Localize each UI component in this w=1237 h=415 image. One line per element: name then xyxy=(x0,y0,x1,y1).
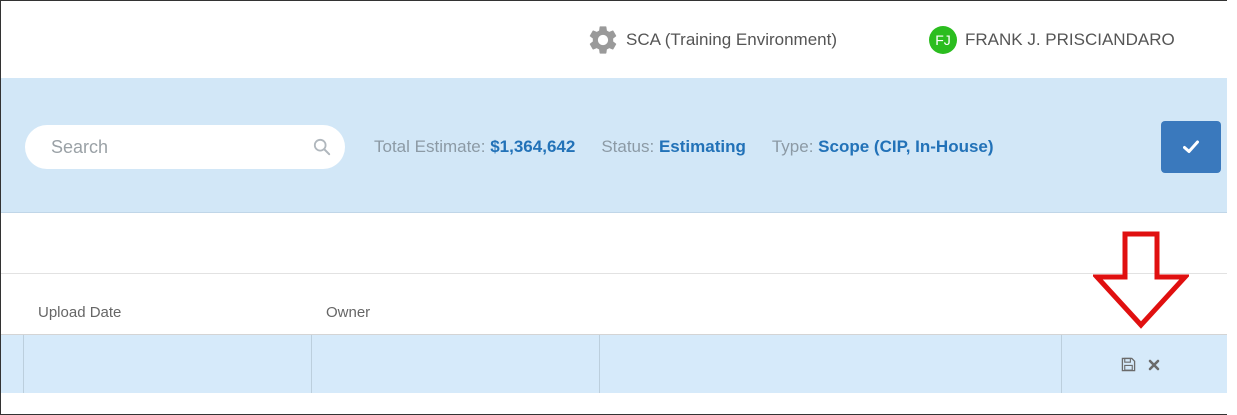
down-arrow-annotation xyxy=(1093,231,1189,329)
top-bar: SCA (Training Environment) FJ FRANK J. P… xyxy=(1,1,1227,78)
user-name: FRANK J. PRISCIANDARO xyxy=(965,30,1175,49)
table-header: Upload Date Owner xyxy=(1,274,1227,335)
estimate-toolbar: Total Estimate: $1,364,642 Status: Estim… xyxy=(1,78,1227,213)
estimate-summary: Total Estimate: $1,364,642 Status: Estim… xyxy=(374,137,994,157)
environment-label: SCA (Training Environment) xyxy=(626,30,838,49)
table-row[interactable] xyxy=(1,335,1227,393)
avatar: FJ xyxy=(929,26,957,54)
column-header-upload-date[interactable]: Upload Date xyxy=(38,304,121,321)
close-icon[interactable] xyxy=(1148,359,1160,371)
cell-divider xyxy=(23,335,24,393)
row-actions xyxy=(1121,357,1160,372)
status-value: Estimating xyxy=(658,137,746,156)
column-header-owner[interactable]: Owner xyxy=(326,304,370,321)
search-icon[interactable] xyxy=(313,138,331,156)
status: Status: Estimating xyxy=(601,137,746,157)
cell-divider xyxy=(599,335,600,393)
total-estimate-label: Total Estimate: xyxy=(374,137,491,156)
floppy-save-icon[interactable] xyxy=(1121,357,1136,372)
cell-divider xyxy=(311,335,312,393)
search-input[interactable] xyxy=(49,135,313,159)
user-menu[interactable]: FJ FRANK J. PRISCIANDARO xyxy=(929,25,1175,55)
search-box[interactable] xyxy=(25,125,345,169)
environment-switcher[interactable]: SCA (Training Environment) xyxy=(586,25,837,55)
type: Type: Scope (CIP, In-House) xyxy=(772,137,994,157)
total-estimate-value: $1,364,642 xyxy=(490,137,576,156)
app-frame: SCA (Training Environment) FJ FRANK J. P… xyxy=(0,0,1227,415)
confirm-button[interactable] xyxy=(1161,121,1221,173)
type-value: Scope (CIP, In-House) xyxy=(818,137,994,156)
spacer-strip xyxy=(1,213,1227,274)
type-label: Type: xyxy=(771,137,819,156)
status-label: Status: xyxy=(601,137,659,156)
total-estimate: Total Estimate: $1,364,642 xyxy=(374,137,575,157)
check-icon xyxy=(1183,140,1199,153)
cell-divider xyxy=(1061,335,1062,393)
gear-icon xyxy=(589,26,617,54)
